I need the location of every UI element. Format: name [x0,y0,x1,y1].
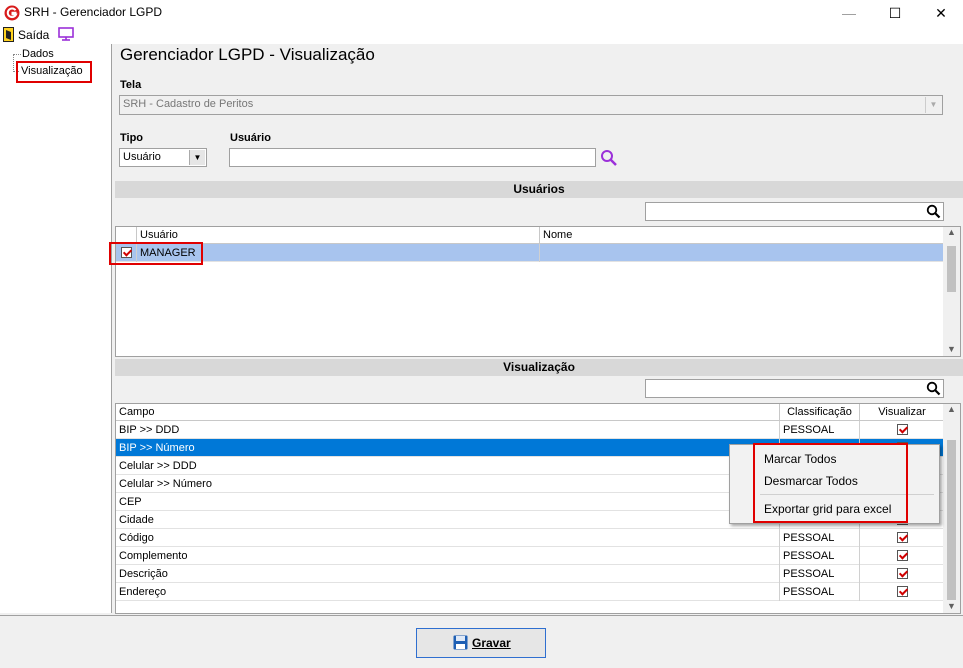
cell-campo: Cidade [116,511,780,529]
visualizar-checkbox[interactable] [897,586,908,597]
cell-campo: Complemento [116,547,780,565]
footer-divider [0,615,963,616]
close-button[interactable]: ✕ [918,0,963,26]
table-row[interactable]: BIP >> DDD PESSOAL [116,421,945,439]
tipo-value: Usuário [123,151,161,163]
menu-bar: Saída [0,26,963,44]
column-header-campo[interactable]: Campo [116,404,780,421]
exit-door-icon [3,27,14,42]
search-icon[interactable] [600,149,618,167]
cell-nome [540,244,945,262]
cell-visualizar[interactable] [860,565,945,583]
tela-value: SRH - Cadastro de Peritos [123,98,254,110]
visualizacao-scrollbar[interactable]: ▲ ▼ [943,404,960,613]
highlight-box [753,443,908,523]
navigation-tree: Dados Visualização [0,44,112,613]
visualizar-checkbox[interactable] [897,424,908,435]
cell-campo: BIP >> DDD [116,421,780,439]
column-header-nome[interactable]: Nome [540,227,945,244]
tree-line [13,54,15,72]
table-row[interactable]: Endereço PESSOAL [116,583,945,601]
cell-campo: Endereço [116,583,780,601]
tipo-label: Tipo [120,132,144,144]
cell-visualizar[interactable] [860,547,945,565]
scroll-down-icon[interactable]: ▼ [943,344,960,354]
search-icon[interactable] [926,204,941,219]
scroll-thumb[interactable] [947,440,956,600]
highlight-box [109,242,203,265]
cell-campo: BIP >> Número [116,439,780,457]
scroll-thumb[interactable] [947,246,956,292]
table-row[interactable]: Código PESSOAL [116,529,945,547]
visualizar-checkbox[interactable] [897,532,908,543]
search-icon[interactable] [926,381,941,396]
cell-campo: Celular >> Número [116,475,780,493]
cell-visualizar[interactable] [860,421,945,439]
cell-classificacao: PESSOAL [780,529,860,547]
cell-classificacao: PESSOAL [780,421,860,439]
table-row[interactable]: Descrição PESSOAL [116,565,945,583]
tree-line [14,54,21,55]
visualizar-checkbox[interactable] [897,550,908,561]
highlight-box [16,61,92,83]
scroll-up-icon[interactable]: ▲ [943,404,960,414]
menu-saida[interactable]: Saída [18,28,49,42]
minimize-button[interactable]: — [826,0,872,26]
visualizar-checkbox[interactable] [897,568,908,579]
scroll-down-icon[interactable]: ▼ [943,601,960,611]
maximize-button[interactable]: ☐ [872,0,918,26]
page-title: Gerenciador LGPD - Visualização [120,45,375,64]
usuario-label: Usuário [230,132,271,144]
cell-campo: CEP [116,493,780,511]
monitor-icon[interactable] [58,27,74,41]
visualizacao-filter-input[interactable] [645,379,944,398]
usuarios-grid: Usuário Nome MANAGER ▲ ▼ [115,226,961,357]
window-title: SRH - Gerenciador LGPD [24,5,163,19]
table-row[interactable]: MANAGER [116,244,945,262]
column-header-classificacao[interactable]: Classificação [780,404,860,421]
cell-classificacao: PESSOAL [780,583,860,601]
cell-visualizar[interactable] [860,529,945,547]
tree-item-dados[interactable]: Dados [22,48,54,60]
cell-visualizar[interactable] [860,583,945,601]
column-header-visualizar[interactable]: Visualizar [860,404,945,421]
usuarios-filter-input[interactable] [645,202,944,221]
visualizacao-section-header: Visualização [115,359,963,376]
tela-select: SRH - Cadastro de Peritos ▼ [119,95,943,115]
table-row[interactable]: Complemento PESSOAL [116,547,945,565]
scroll-up-icon[interactable]: ▲ [943,227,960,237]
save-disk-icon [453,635,468,650]
tipo-select[interactable]: Usuário ▼ [119,148,207,167]
gravar-label: Gravar [472,636,511,650]
usuario-input[interactable] [229,148,596,167]
cell-classificacao: PESSOAL [780,565,860,583]
usuarios-section-header: Usuários [115,181,963,198]
gravar-button[interactable]: Gravar [416,628,546,658]
tela-label: Tela [120,79,142,91]
cell-campo: Descrição [116,565,780,583]
cell-campo: Celular >> DDD [116,457,780,475]
app-logo-icon [4,5,20,21]
usuarios-scrollbar[interactable]: ▲ ▼ [943,227,960,356]
cell-classificacao: PESSOAL [780,547,860,565]
title-bar: SRH - Gerenciador LGPD — ☐ ✕ [0,0,963,26]
chevron-down-icon: ▼ [925,97,941,113]
chevron-down-icon[interactable]: ▼ [189,150,205,165]
cell-campo: Código [116,529,780,547]
